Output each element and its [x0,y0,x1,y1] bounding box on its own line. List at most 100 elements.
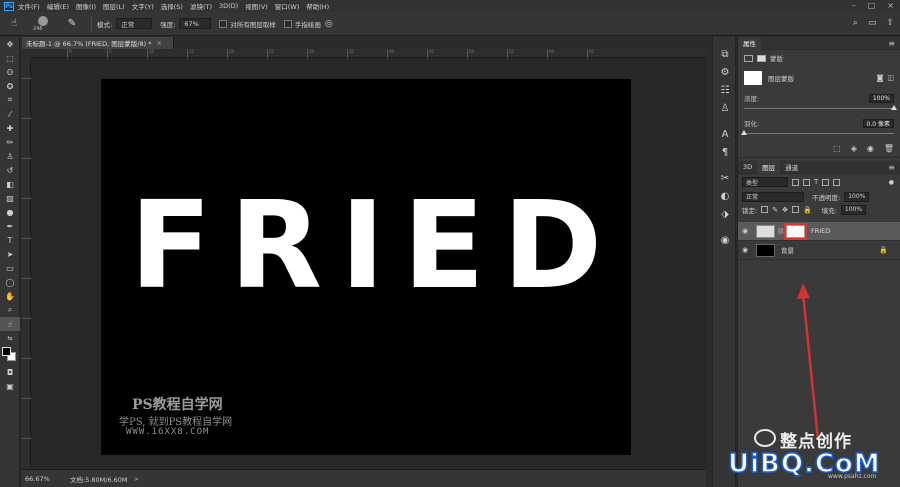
libraries-panel-icon[interactable]: ◉ [713,231,737,249]
density-slider[interactable] [744,105,897,110]
color-swatches[interactable] [0,345,19,365]
filter-smart-icon[interactable] [833,178,841,186]
character-panel-icon[interactable]: A [713,125,737,143]
screen-mode-icon[interactable]: ▣ [0,379,20,393]
tools-preset-panel-icon[interactable]: ✂ [713,169,737,187]
lock-artboard-icon[interactable] [791,206,799,213]
select-mask-icon[interactable]: ◙ [877,74,884,82]
lasso-tool-icon[interactable]: ʘ [0,65,20,79]
menu-3d[interactable]: 3D(D) [219,2,238,10]
apply-vector-mask-icon[interactable]: ◫ [887,74,894,82]
document-workspace[interactable]: FRIED PS教程自学网 学PS, 就到PS教程自学网 WWW.16XX8.C… [31,58,706,467]
ruler-origin[interactable] [22,49,31,58]
stamp-tool-icon[interactable]: ♙ [0,149,20,163]
density-input[interactable]: 100% [868,93,894,103]
blend-mode-select[interactable]: 正常 [742,191,804,202]
marquee-tool-icon[interactable]: ⬚ [0,51,20,65]
close-document-icon[interactable]: × [156,39,161,47]
document-tab[interactable]: 未标题-1 @ 66.7% (FRIED, 图层蒙版/8) * × [22,37,174,49]
quick-select-tool-icon[interactable]: ✪ [0,79,20,93]
move-tool-icon[interactable]: ✥ [0,37,20,51]
menu-help[interactable]: 帮助(H) [306,1,329,11]
maximize-button[interactable]: □ [868,1,876,10]
filter-toggle-icon[interactable]: ● [889,179,894,186]
minimize-button[interactable]: – [852,1,856,10]
gradient-tool-icon[interactable]: ▨ [0,191,20,205]
disable-mask-icon[interactable]: ◉ [867,144,874,153]
layer-mask-thumbnail-highlighted[interactable] [786,224,805,238]
menu-edit[interactable]: 编辑(E) [47,1,69,11]
filter-shape-icon[interactable] [822,178,830,186]
strength-input[interactable]: 67% [179,18,212,29]
menu-type[interactable]: 文字(Y) [132,1,154,11]
brush-tool-icon[interactable]: ✏ [0,135,20,149]
hand-tool-icon[interactable]: ✋ [0,289,20,303]
vector-mask-icon[interactable] [757,54,766,62]
menu-image[interactable]: 图像(I) [76,1,96,11]
layer-filter-select[interactable]: 类型 [742,177,788,187]
delete-mask-icon[interactable]: 🗑 [884,144,894,153]
menu-select[interactable]: 选择(S) [161,1,183,11]
finger-paint-checkbox[interactable] [283,19,292,28]
zoom-tool-icon[interactable]: ⌕ [0,303,20,317]
adjustments-panel-icon[interactable]: ⚙ [713,63,737,81]
color-panel-icon[interactable]: ◐ [713,187,737,205]
clone-source-panel-icon[interactable]: ♙ [713,99,737,117]
menu-view[interactable]: 视图(V) [245,1,268,11]
paragraph-panel-icon[interactable]: ¶ [713,143,737,161]
filter-type-icon[interactable]: T [814,178,818,186]
horizontal-ruler[interactable]: 0 5 10 15 20 25 30 35 40 45 50 55 60 65 [31,49,706,58]
tab-channels[interactable]: 通道 [780,161,803,174]
feather-slider[interactable] [741,130,894,135]
mode-select[interactable]: 正常 [116,18,153,29]
swatches-panel-icon[interactable]: ⬗ [713,205,737,223]
foreground-color-swatch[interactable] [2,347,11,356]
brush-preset-picker[interactable]: 246 [30,14,58,34]
visibility-eye-icon[interactable]: ◉ [738,246,752,254]
lock-position-icon[interactable]: ✥ [782,206,788,214]
feather-slider-knob[interactable] [741,130,747,135]
shape-tool-icon[interactable]: ▭ [0,261,20,275]
tab-layers[interactable]: 图层 [757,160,781,174]
filter-adjustment-icon[interactable] [803,178,810,186]
vertical-ruler[interactable] [22,58,31,467]
type-tool-icon[interactable]: T [0,233,20,247]
ellipse-tool-icon[interactable]: ◯ [0,275,20,289]
healing-tool-icon[interactable]: ✚ [0,121,20,135]
zoom-level[interactable]: 66.67% [22,475,62,483]
layer-mask-thumbnail[interactable] [744,71,762,85]
fill-input[interactable]: 100% [840,204,867,215]
path-select-tool-icon[interactable]: ➤ [0,247,20,261]
filter-pixel-icon[interactable] [792,178,799,186]
sample-all-checkbox[interactable] [219,19,228,28]
history-brush-icon[interactable]: ↺ [0,163,20,177]
smudge-tool-icon[interactable]: ☝ [0,317,20,331]
brush-settings-icon[interactable]: ✎ [58,14,86,34]
layer-thumbnail[interactable] [756,224,775,238]
menu-window[interactable]: 窗口(W) [275,1,300,11]
lock-transparent-icon[interactable] [761,206,769,213]
layer-name[interactable]: FRIED [811,227,830,235]
layer-row[interactable]: ◉ 背景 🔒 [738,241,900,260]
lock-paint-icon[interactable]: ✎ [772,206,778,214]
mask-link-icon[interactable]: ⛓ [777,228,785,235]
panel-menu-icon[interactable]: ≡ [888,39,895,48]
menu-layer[interactable]: 图层(L) [103,1,125,11]
eraser-tool-icon[interactable]: ◧ [0,177,20,191]
menu-file[interactable]: 文件(F) [18,1,40,11]
status-menu-arrow[interactable]: > [134,475,139,483]
swap-colors-icon[interactable]: ⇆ [0,331,20,345]
search-icon[interactable]: ⌕ [853,18,858,28]
load-selection-icon[interactable]: ⬚ [833,144,841,153]
layer-name[interactable]: 背景 [781,245,794,255]
menu-filter[interactable]: 滤镜(T) [190,1,212,11]
share-icon[interactable]: ⇪ [886,18,894,28]
panel-menu-icon[interactable]: ≡ [888,163,895,172]
layer-row[interactable]: ◉ ⛓ FRIED [738,222,900,241]
pixel-mask-icon[interactable] [744,54,753,62]
dodge-tool-icon[interactable]: ● [0,205,20,219]
layer-thumbnail[interactable] [756,243,775,257]
tab-properties[interactable]: 属性 [738,36,761,50]
pen-tool-icon[interactable]: ✒ [0,219,20,233]
smudge-tool-preset-icon[interactable]: ☝ [0,14,28,34]
